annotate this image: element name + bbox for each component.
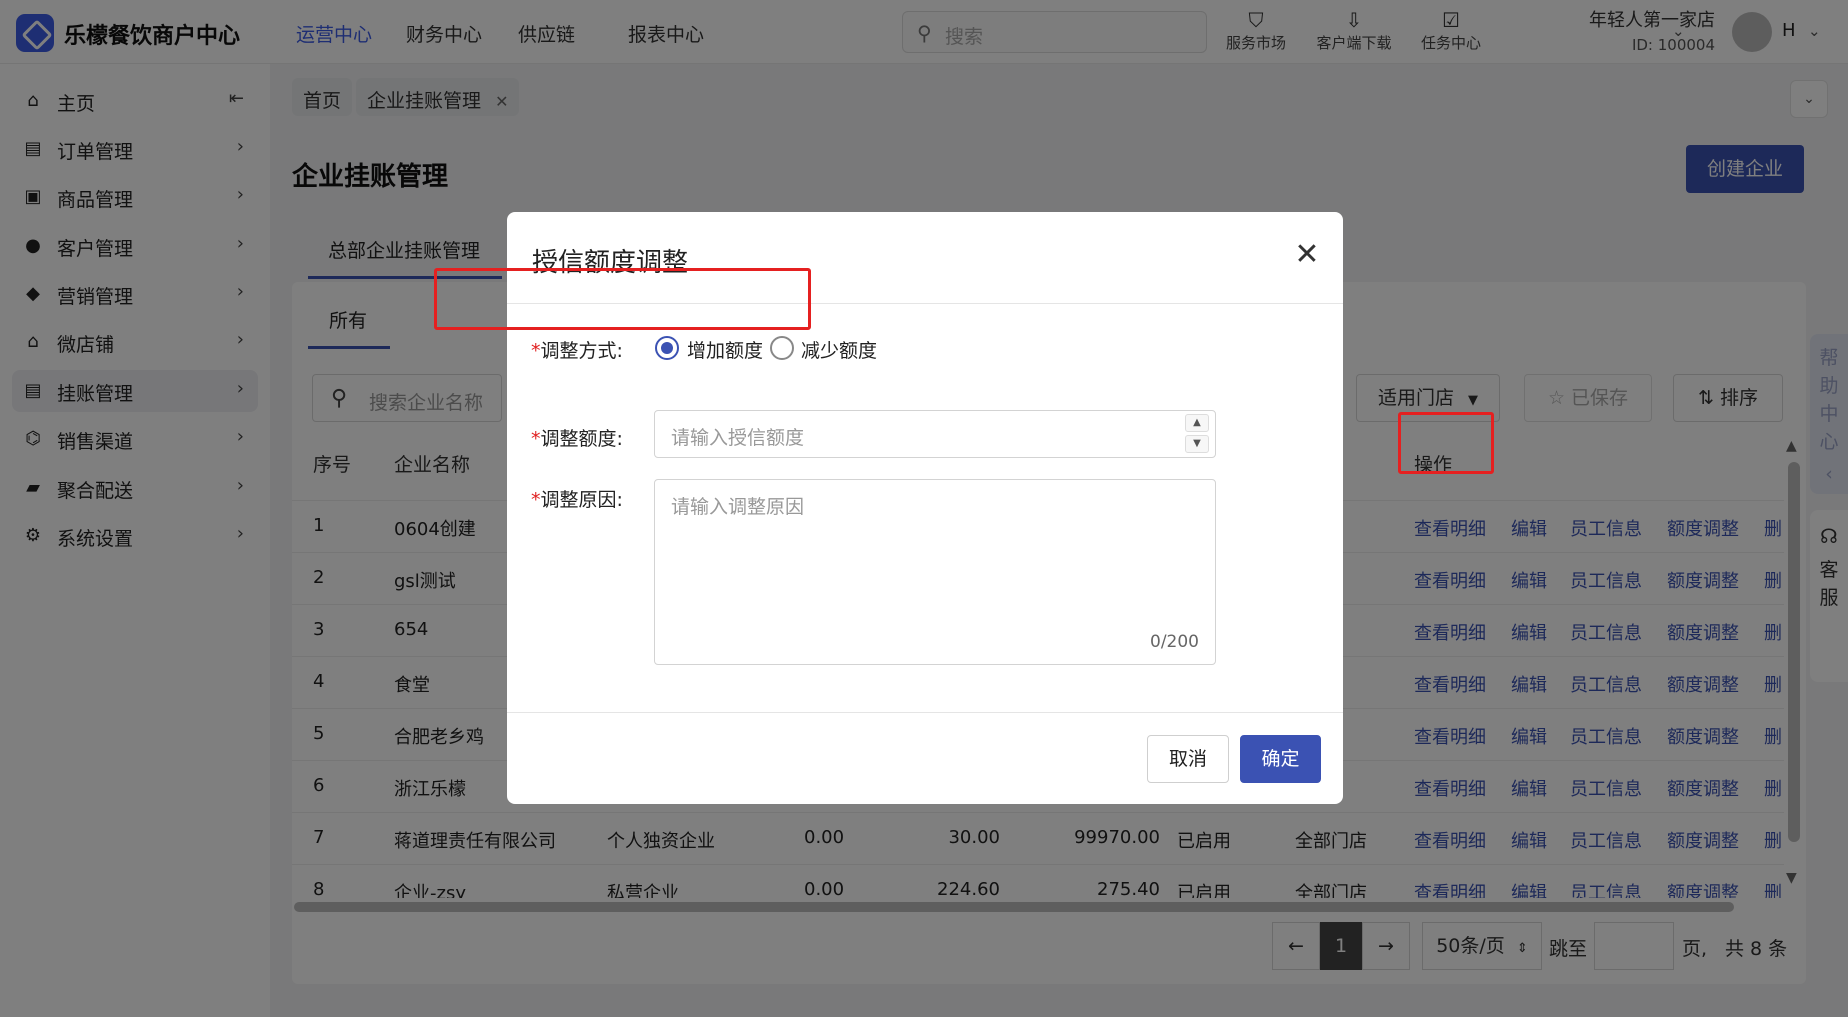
credit-amount-placeholder: 请输入授信额度	[671, 427, 805, 449]
char-counter: 0/200	[1150, 632, 1199, 652]
adjust-reason-placeholder: 请输入调整原因	[671, 496, 805, 518]
cancel-button[interactable]: 取消	[1147, 735, 1229, 783]
increment-arrow-icon[interactable]: ▲	[1185, 414, 1209, 432]
required-mark: *	[531, 340, 541, 362]
close-icon[interactable]: ✕	[1287, 237, 1327, 272]
reason-label-text: 调整原因:	[540, 489, 623, 511]
required-mark: *	[531, 489, 541, 511]
mode-label-text: 调整方式:	[540, 340, 623, 362]
radio-decrease[interactable]	[770, 336, 794, 360]
radio-decrease-label[interactable]: 减少额度	[801, 336, 877, 363]
amount-field-label: *调整额度:	[531, 424, 623, 451]
reason-field-label: *调整原因:	[531, 485, 623, 512]
confirm-button[interactable]: 确定	[1240, 735, 1321, 783]
amount-label-text: 调整额度:	[540, 428, 623, 450]
highlight-box-adjust-link	[1398, 412, 1494, 474]
credit-amount-input[interactable]: 请输入授信额度 ▲ ▼	[654, 410, 1216, 458]
mode-label: *调整方式:	[531, 336, 623, 363]
required-mark: *	[531, 428, 541, 450]
decrement-arrow-icon[interactable]: ▼	[1185, 435, 1209, 453]
highlight-box-mode	[434, 268, 811, 330]
radio-increase-label[interactable]: 增加额度	[687, 336, 763, 363]
adjust-reason-textarea[interactable]: 请输入调整原因 0/200	[654, 479, 1216, 665]
radio-increase[interactable]	[655, 336, 679, 360]
